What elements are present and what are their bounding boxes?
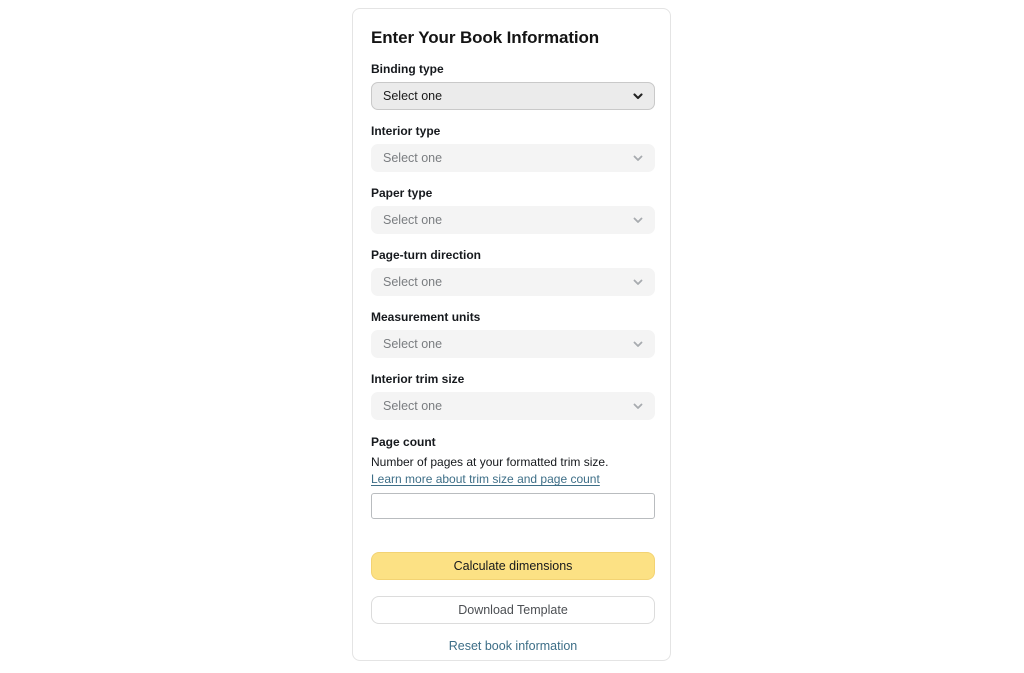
label-binding-type: Binding type bbox=[371, 62, 444, 76]
label-interior-type: Interior type bbox=[371, 124, 441, 138]
select-binding-type-value: Select one bbox=[383, 89, 443, 103]
page-title: Enter Your Book Information bbox=[371, 28, 600, 47]
chevron-down-icon bbox=[633, 217, 643, 223]
field-interior-type: Interior type Select one bbox=[371, 123, 655, 172]
learn-more-link[interactable]: Learn more about trim size and page coun… bbox=[371, 472, 600, 487]
select-paper-type-value: Select one bbox=[383, 213, 443, 227]
field-interior-trim-size: Interior trim size Select one bbox=[371, 371, 655, 420]
select-page-turn-direction[interactable]: Select one bbox=[371, 268, 655, 296]
download-template-button[interactable]: Download Template bbox=[371, 596, 655, 624]
label-measurement-units: Measurement units bbox=[371, 310, 481, 324]
select-interior-type[interactable]: Select one bbox=[371, 144, 655, 172]
chevron-down-icon bbox=[633, 93, 643, 100]
select-measurement-units-value: Select one bbox=[383, 337, 443, 351]
chevron-down-icon bbox=[633, 403, 643, 409]
label-page-count: Page count bbox=[371, 435, 436, 449]
book-information-card: Enter Your Book Information Binding type… bbox=[352, 8, 671, 661]
page-count-description: Number of pages at your formatted trim s… bbox=[371, 455, 609, 469]
select-interior-type-value: Select one bbox=[383, 151, 443, 165]
calculate-dimensions-label: Calculate dimensions bbox=[453, 559, 573, 573]
field-binding-type: Binding type Select one bbox=[371, 61, 655, 110]
page-root: Enter Your Book Information Binding type… bbox=[0, 0, 1024, 673]
select-measurement-units[interactable]: Select one bbox=[371, 330, 655, 358]
field-page-turn-direction: Page-turn direction Select one bbox=[371, 247, 655, 296]
reset-book-information-link[interactable]: Reset book information bbox=[371, 639, 655, 653]
select-page-turn-direction-value: Select one bbox=[383, 275, 443, 289]
select-interior-trim-size[interactable]: Select one bbox=[371, 392, 655, 420]
field-page-count: Page count Number of pages at your forma… bbox=[371, 434, 655, 519]
reset-book-information-label: Reset book information bbox=[448, 639, 578, 653]
field-measurement-units: Measurement units Select one bbox=[371, 309, 655, 358]
label-page-turn-direction: Page-turn direction bbox=[371, 248, 482, 262]
download-template-label: Download Template bbox=[458, 603, 568, 617]
label-interior-trim-size: Interior trim size bbox=[371, 372, 465, 386]
chevron-down-icon bbox=[633, 341, 643, 347]
field-paper-type: Paper type Select one bbox=[371, 185, 655, 234]
select-paper-type[interactable]: Select one bbox=[371, 206, 655, 234]
chevron-down-icon bbox=[633, 279, 643, 285]
label-paper-type: Paper type bbox=[371, 186, 433, 200]
page-count-input[interactable] bbox=[371, 493, 655, 519]
select-binding-type[interactable]: Select one bbox=[371, 82, 655, 110]
select-interior-trim-size-value: Select one bbox=[383, 399, 443, 413]
chevron-down-icon bbox=[633, 155, 643, 161]
calculate-dimensions-button[interactable]: Calculate dimensions bbox=[371, 552, 655, 580]
